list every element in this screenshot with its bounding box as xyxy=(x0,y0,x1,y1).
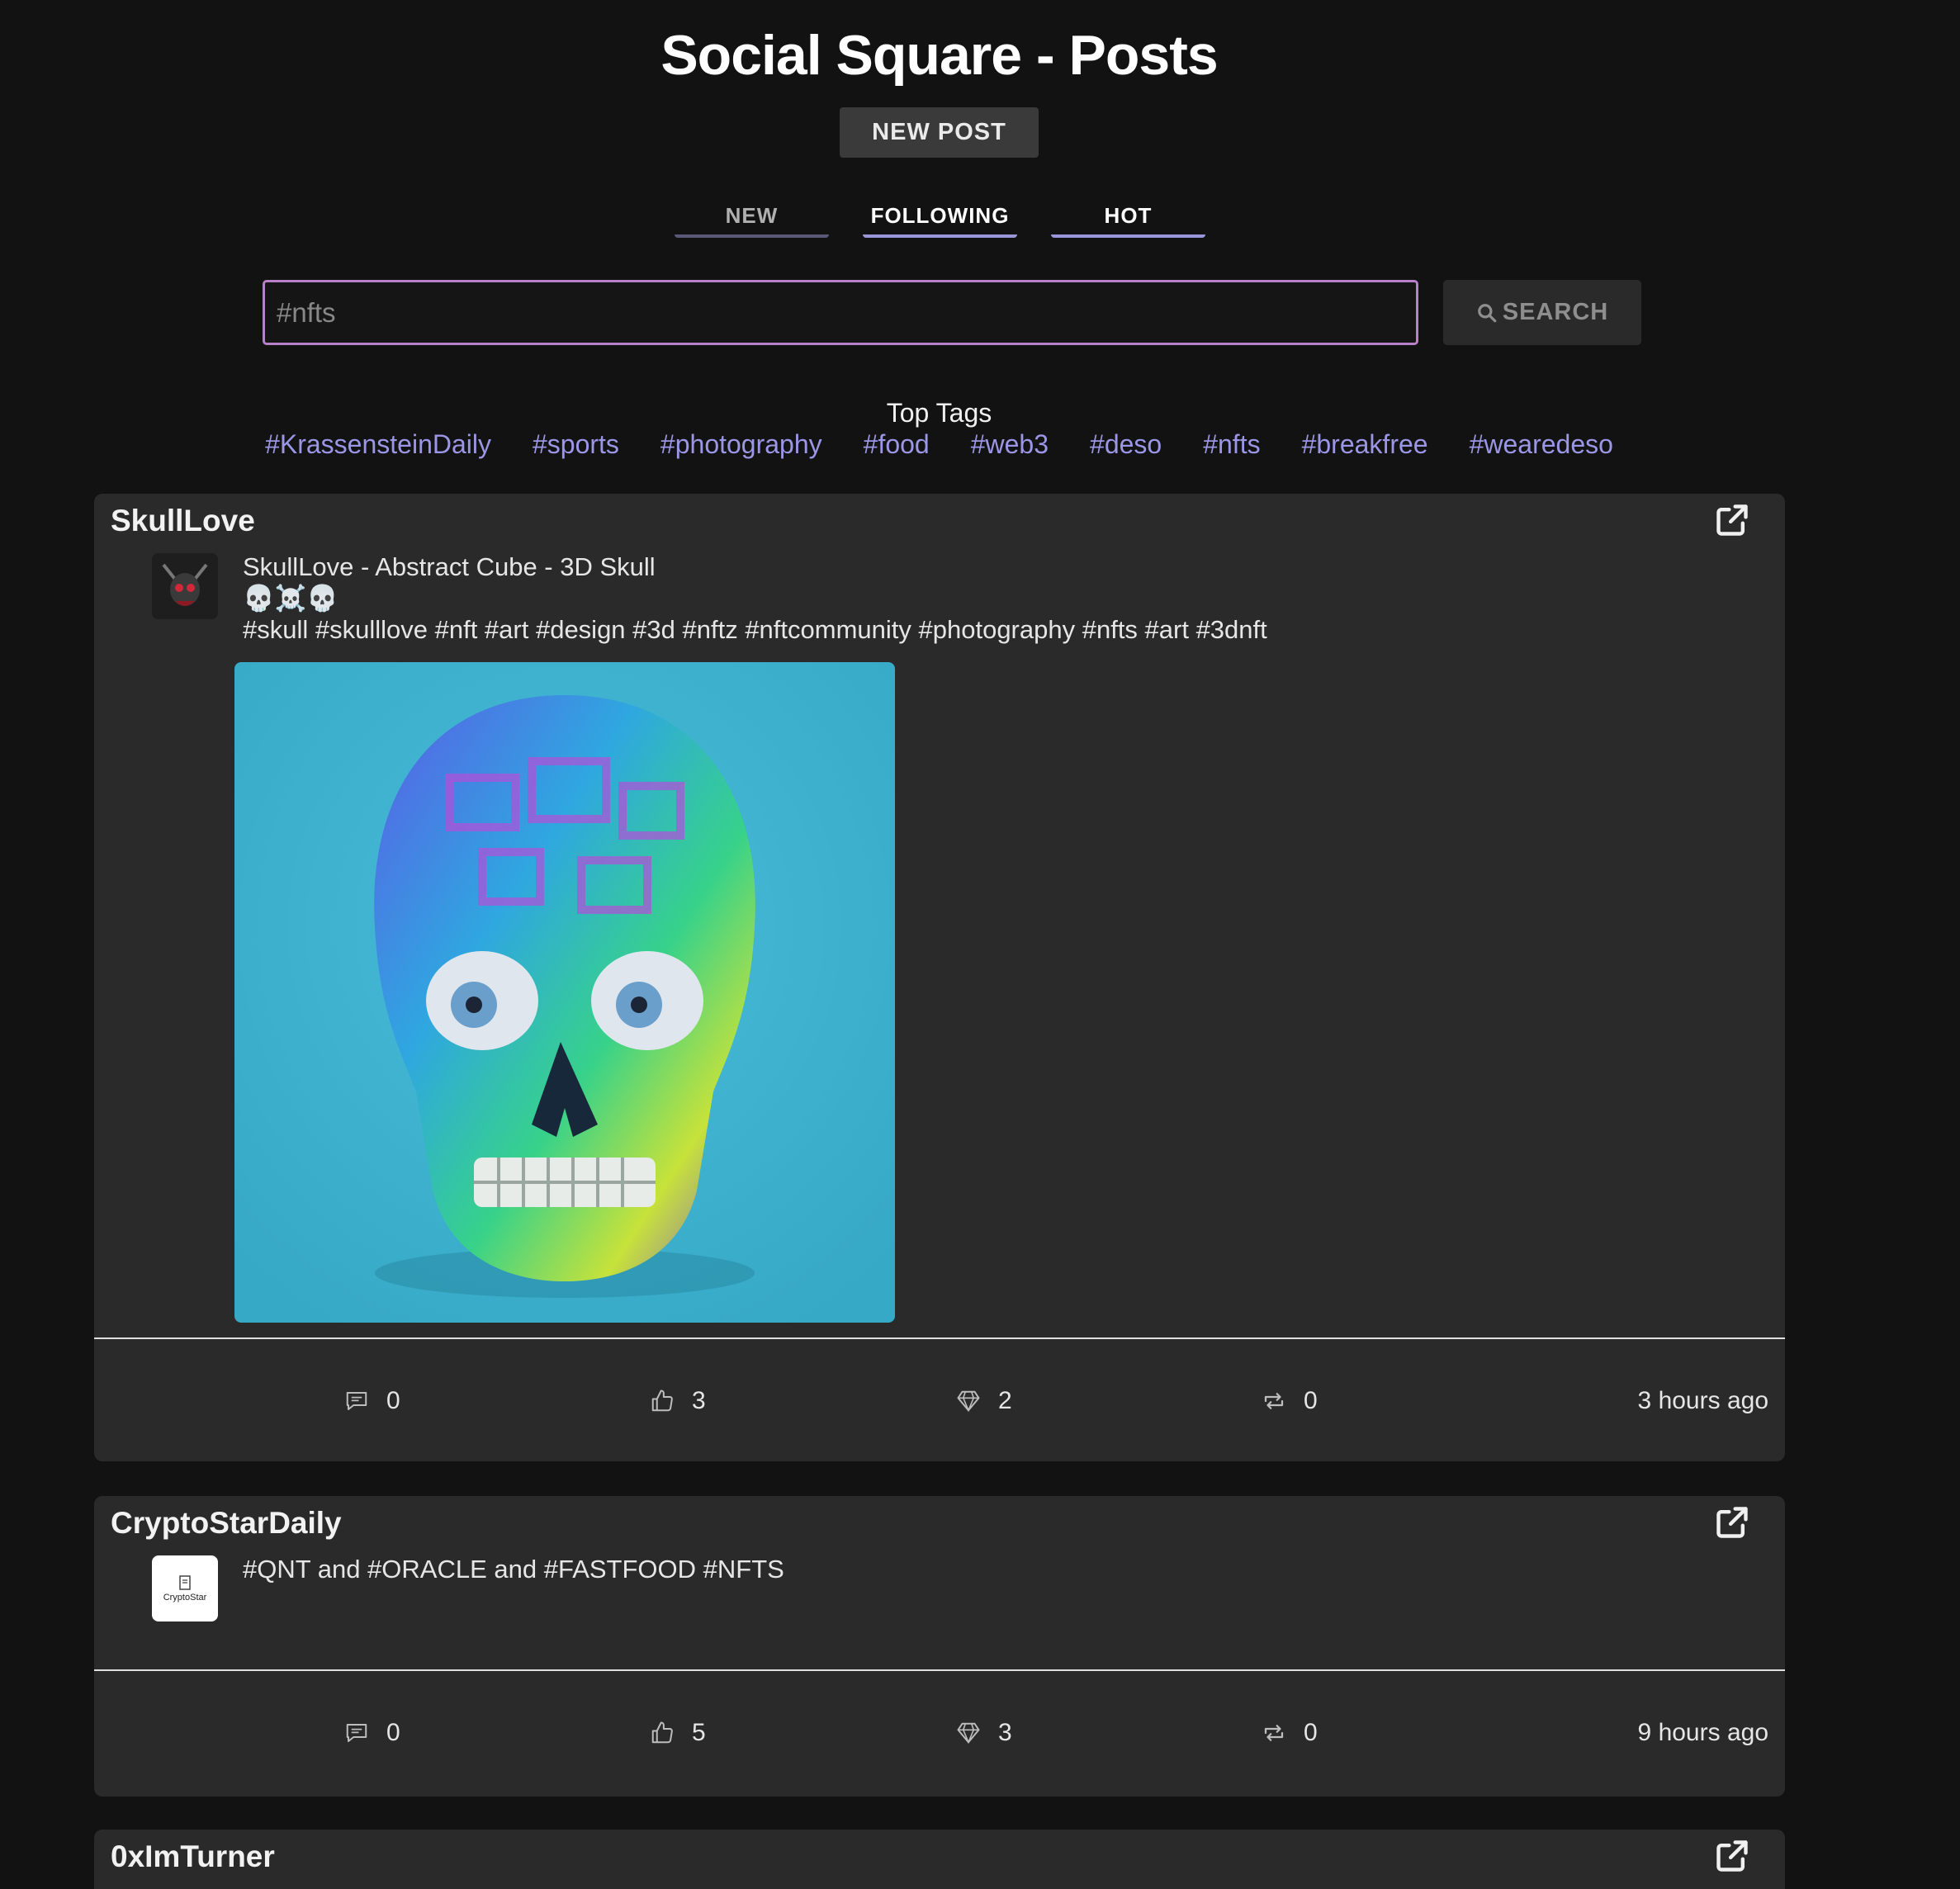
post-card: SkullLove SkullLove - Abstract Cube - 3D… xyxy=(94,494,1785,1461)
tag-link[interactable]: #sports xyxy=(533,429,619,460)
repost-count: 0 xyxy=(1304,1387,1318,1414)
top-tags-label: Top Tags xyxy=(886,398,992,428)
diamond-icon xyxy=(957,1390,980,1413)
search-icon xyxy=(1477,303,1497,322)
avatar[interactable] xyxy=(152,553,218,619)
thumbs-up-icon xyxy=(651,1721,673,1744)
like-stat[interactable]: 5 xyxy=(649,1719,706,1747)
tag-link[interactable]: #wearedeso xyxy=(1470,429,1613,460)
new-post-button[interactable]: NEW POST xyxy=(840,107,1039,158)
top-tags-list: #KrassensteinDaily #sports #photography … xyxy=(0,429,1878,460)
comment-icon xyxy=(346,1724,367,1742)
page: Social Square - Posts NEW POST NEW FOLLO… xyxy=(0,0,1960,1889)
thumbs-up-icon xyxy=(651,1390,673,1412)
avatar-logo-text: CryptoStar xyxy=(163,1593,207,1603)
feed-tabs: NEW FOLLOWING HOT xyxy=(0,190,1878,239)
diamond-stat[interactable]: 3 xyxy=(955,1719,1012,1747)
like-stat[interactable]: 3 xyxy=(649,1387,706,1415)
diamond-count: 2 xyxy=(998,1387,1012,1414)
like-count: 5 xyxy=(692,1719,706,1746)
tab-following[interactable]: FOLLOWING xyxy=(863,190,1017,238)
post-author[interactable]: 0xImTurner xyxy=(111,1839,275,1874)
post-divider xyxy=(94,1669,1785,1671)
comment-count: 0 xyxy=(386,1719,400,1746)
repost-count: 0 xyxy=(1304,1719,1318,1746)
post-timestamp: 3 hours ago xyxy=(1637,1387,1768,1414)
external-link-icon[interactable] xyxy=(1714,502,1750,538)
diamond-icon xyxy=(957,1722,980,1745)
external-link-icon[interactable] xyxy=(1714,1838,1750,1874)
post-author[interactable]: CryptoStarDaily xyxy=(111,1506,342,1541)
repost-stat[interactable]: 0 xyxy=(1261,1387,1318,1415)
post-body: SkullLove - Abstract Cube - 3D Skull 💀☠️… xyxy=(243,552,1267,644)
document-icon xyxy=(179,1575,191,1590)
comment-icon xyxy=(346,1392,367,1410)
repost-stat[interactable]: 0 xyxy=(1261,1719,1318,1747)
tag-link[interactable]: #nfts xyxy=(1203,429,1260,460)
tag-link[interactable]: #KrassensteinDaily xyxy=(265,429,491,460)
diamond-count: 3 xyxy=(998,1719,1012,1746)
search-input[interactable] xyxy=(263,280,1418,345)
comment-count: 0 xyxy=(386,1387,400,1414)
like-count: 3 xyxy=(692,1387,706,1414)
avatar[interactable]: CryptoStar xyxy=(152,1555,218,1622)
page-title: Social Square - Posts xyxy=(660,24,1218,87)
repost-icon xyxy=(1264,1725,1284,1741)
diamond-stat[interactable]: 2 xyxy=(955,1387,1012,1415)
tag-link[interactable]: #deso xyxy=(1090,429,1162,460)
comment-stat[interactable]: 0 xyxy=(343,1387,400,1415)
tab-new[interactable]: NEW xyxy=(675,190,829,238)
tab-hot[interactable]: HOT xyxy=(1051,190,1205,238)
tag-link[interactable]: #photography xyxy=(660,429,822,460)
post-card: 0xImTurner xyxy=(94,1830,1785,1889)
tag-link[interactable]: #web3 xyxy=(971,429,1049,460)
post-divider xyxy=(94,1337,1785,1339)
tag-link[interactable]: #breakfree xyxy=(1302,429,1428,460)
post-body: #QNT and #ORACLE and #FASTFOOD #NFTS xyxy=(243,1555,784,1584)
tag-link[interactable]: #food xyxy=(864,429,930,460)
post-image[interactable] xyxy=(234,662,895,1323)
comment-stat[interactable]: 0 xyxy=(343,1719,400,1747)
post-card: CryptoStarDaily CryptoStar #QNT and #ORA… xyxy=(94,1496,1785,1797)
post-author[interactable]: SkullLove xyxy=(111,504,255,538)
search-button-label: SEARCH xyxy=(1502,299,1609,325)
repost-icon xyxy=(1264,1393,1284,1409)
external-link-icon[interactable] xyxy=(1714,1504,1750,1541)
search-button[interactable]: SEARCH xyxy=(1443,280,1641,345)
post-timestamp: 9 hours ago xyxy=(1637,1719,1768,1746)
